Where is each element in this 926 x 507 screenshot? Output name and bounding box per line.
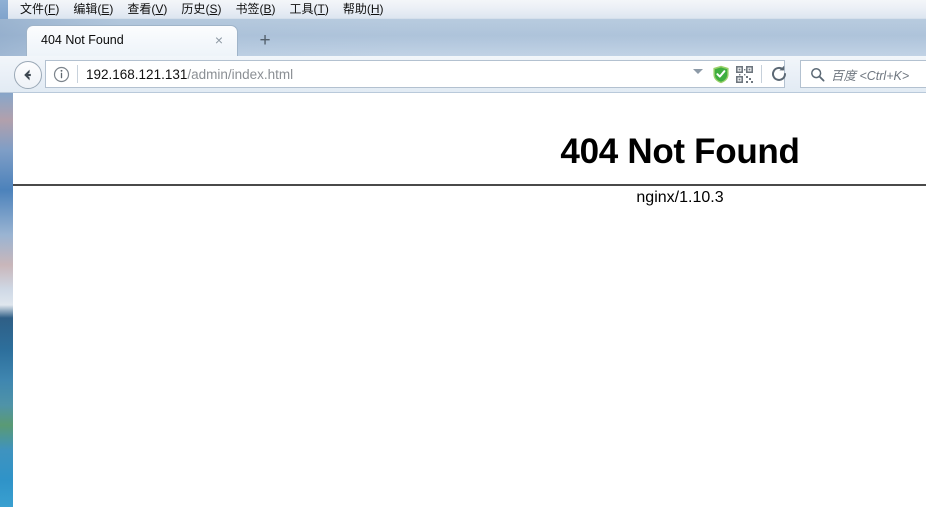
menu-item-tools[interactable]: 工具(T) <box>282 0 335 18</box>
page-content-area: 404 Not Found nginx/1.10.3 <box>13 93 926 507</box>
url-bar[interactable]: 192.168.121.131/admin/index.html <box>45 60 785 88</box>
menu-item-view-accel: V <box>155 2 164 16</box>
menu-item-view-label: 查看 <box>127 2 152 16</box>
menu-item-history-label: 历史 <box>181 2 206 16</box>
search-box[interactable]: 百度 <Ctrl+K> <box>800 60 926 88</box>
chevron-down-icon[interactable] <box>693 69 703 74</box>
menu-item-help[interactable]: 帮助(H) <box>336 0 391 18</box>
menu-item-help-accel: H <box>370 2 380 16</box>
tab-404-not-found[interactable]: 404 Not Found × <box>26 25 238 56</box>
menu-item-edit[interactable]: 编辑(E) <box>66 0 120 18</box>
navigation-toolbar: 192.168.121.131/admin/index.html 百度 <Ctr… <box>0 56 926 93</box>
menu-item-bookmarks-accel: B <box>263 2 272 16</box>
info-icon[interactable] <box>53 66 70 83</box>
tab-title: 404 Not Found <box>41 33 124 47</box>
menu-item-file[interactable]: 文件(F) <box>13 0 66 18</box>
menu-item-file-accel: F <box>48 2 56 16</box>
menu-item-history-accel: S <box>209 2 218 16</box>
url-host: 192.168.121.131 <box>86 66 188 82</box>
search-icon <box>811 67 825 82</box>
menu-item-file-label: 文件 <box>20 2 45 16</box>
qr-code-icon[interactable] <box>736 66 753 83</box>
url-text: 192.168.121.131/admin/index.html <box>86 67 784 82</box>
menu-item-history[interactable]: 历史(S) <box>174 0 228 18</box>
page-title: 404 Not Found <box>560 132 800 172</box>
back-arrow-icon <box>24 69 31 81</box>
reload-icon[interactable] <box>769 64 789 84</box>
menu-item-edit-label: 编辑 <box>73 2 98 16</box>
menu-item-bookmarks[interactable]: 书签(B) <box>228 0 282 18</box>
menu-item-bookmarks-label: 书签 <box>235 2 260 16</box>
menu-item-view[interactable]: 查看(V) <box>120 0 174 18</box>
close-icon[interactable]: × <box>211 32 227 48</box>
horizontal-rule <box>13 184 926 186</box>
menu-item-tools-label: 工具 <box>289 2 314 16</box>
menu-item-edit-accel: E <box>101 2 110 16</box>
menu-item-help-label: 帮助 <box>342 2 367 16</box>
toolbar-divider <box>761 65 762 83</box>
url-bar-separator <box>77 65 78 83</box>
menu-bar: 文件(F) 编辑(E) 查看(V) 历史(S) 书签(B) 工具(T) 帮助(H… <box>8 0 926 19</box>
menu-item-tools-accel: T <box>317 2 325 16</box>
url-path: /admin/index.html <box>187 66 294 82</box>
browser-window: 文件(F) 编辑(E) 查看(V) 历史(S) 书签(B) 工具(T) 帮助(H… <box>0 0 926 507</box>
tab-strip: 404 Not Found × + <box>0 19 926 56</box>
back-button[interactable] <box>14 61 42 89</box>
server-signature: nginx/1.10.3 <box>636 189 724 206</box>
search-input-placeholder: 百度 <Ctrl+K> <box>831 68 910 83</box>
green-shield-check-icon[interactable] <box>712 65 730 84</box>
new-tab-icon[interactable]: + <box>254 31 276 53</box>
